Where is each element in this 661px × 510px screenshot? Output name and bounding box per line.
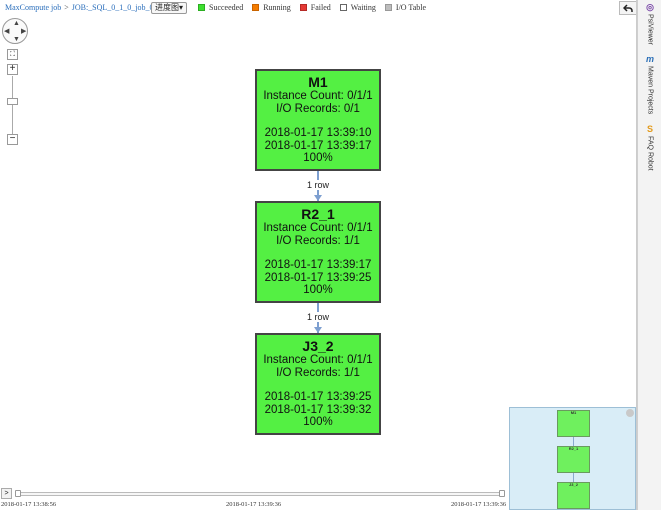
undo-arrow-icon (623, 3, 633, 12)
pan-right-icon[interactable]: ▶ (21, 28, 26, 35)
legend-label-waiting: Waiting (350, 3, 376, 12)
undo-button[interactable] (619, 1, 637, 15)
failed-swatch-icon (299, 4, 307, 11)
job-node-j3-2[interactable]: J3_2 Instance Count: 0/1/1 I/O Records: … (255, 333, 381, 435)
progress-graph-dropdown[interactable]: 进度图▾ (151, 2, 188, 14)
node-io-records: I/O Records: 1/1 (276, 366, 360, 379)
minimap-node-r2-1: R2_1 (557, 446, 590, 473)
timeline-toggle-button[interactable]: > (1, 488, 12, 499)
legend-label-io-table: I/O Table (395, 3, 427, 12)
zoom-in-button[interactable]: + (7, 64, 18, 75)
timeline-tick-mid: 2018-01-17 13:39:36 (226, 501, 282, 508)
minimap-edge (573, 437, 574, 446)
job-node-r2-1[interactable]: R2_1 Instance Count: 0/1/1 I/O Records: … (255, 201, 381, 303)
edge-label: 1 row (300, 180, 336, 190)
pan-control[interactable]: ▲ ▼ ◀ ▶ (2, 18, 28, 44)
sidebar-item-maven-projects[interactable]: m Maven Projects (643, 54, 657, 114)
legend-item-running: Running (252, 3, 291, 12)
node-end-time: 2018-01-17 13:39:32 (264, 403, 372, 416)
minimap-node-m1: M1 (557, 410, 590, 437)
minimap-edge (573, 473, 574, 482)
timeline-handle-start[interactable] (15, 490, 21, 497)
legend-item-waiting: Waiting (339, 3, 376, 12)
waiting-swatch-icon (339, 4, 347, 11)
zoom-out-button[interactable]: − (7, 134, 18, 145)
minimap-node-title: J3_2 (569, 482, 578, 487)
node-progress: 100% (303, 416, 333, 428)
edge-label: 1 row (300, 312, 336, 322)
zoom-slider-track[interactable] (12, 76, 13, 134)
sidebar-item-faq-robot[interactable]: Ѕ FAQ Robot (643, 124, 657, 171)
pan-up-icon[interactable]: ▲ (13, 20, 20, 27)
succeeded-swatch-icon (198, 4, 205, 11)
fit-to-screen-icon[interactable]: ⛶ (7, 49, 18, 60)
zoom-slider-thumb[interactable] (7, 98, 18, 105)
breadcrumb: MaxCompute job > JOB:_SQL_0_1_0_job_0 (5, 3, 154, 12)
status-legend: Succeeded Running Failed Waiting I/O Tab… (198, 3, 426, 12)
pan-down-icon[interactable]: ▼ (13, 36, 20, 43)
node-instance-count: Instance Count: 0/1/1 (263, 90, 373, 102)
legend-item-io-table: I/O Table (384, 3, 427, 12)
node-title: R2_1 (301, 206, 335, 222)
minimap-node-j3-2: J3_2 (557, 482, 590, 509)
node-end-time: 2018-01-17 13:39:25 (264, 271, 372, 284)
timeline-handle-end[interactable] (499, 490, 505, 497)
node-title: M1 (308, 74, 328, 90)
node-end-time: 2018-01-17 13:39:17 (264, 139, 372, 152)
node-progress: 100% (303, 152, 333, 164)
timeline-tick-start: 2018-01-17 13:38:56 (1, 501, 57, 508)
node-io-records: I/O Records: 0/1 (276, 102, 360, 115)
pan-left-icon[interactable]: ◀ (4, 28, 9, 35)
legend-label-succeeded: Succeeded (209, 3, 244, 12)
timeline-slider-track[interactable] (18, 492, 504, 496)
sidebar-label-psiviewer: PsiViewer (646, 14, 654, 45)
legend-item-failed: Failed (299, 3, 331, 12)
node-start-time: 2018-01-17 13:39:17 (264, 259, 372, 271)
breadcrumb-separator: > (64, 3, 69, 12)
node-start-time: 2018-01-17 13:39:10 (264, 127, 372, 139)
job-node-m1[interactable]: M1 Instance Count: 0/1/1 I/O Records: 0/… (255, 69, 381, 171)
minimap-node-title: M1 (570, 410, 577, 415)
psiviewer-icon: ◎ (646, 2, 654, 12)
running-swatch-icon (252, 4, 260, 11)
node-start-time: 2018-01-17 13:39:25 (264, 391, 372, 403)
sidebar-label-maven-projects: Maven Projects (646, 66, 654, 115)
node-progress: 100% (303, 284, 333, 296)
io-table-swatch-icon (384, 4, 392, 11)
breadcrumb-root-link[interactable]: MaxCompute job (5, 3, 61, 12)
node-instance-count: Instance Count: 0/1/1 (263, 354, 373, 366)
timeline-tick-end: 2018-01-17 13:39:36 (451, 501, 507, 508)
node-io-records: I/O Records: 1/1 (276, 234, 360, 247)
legend-label-failed: Failed (310, 3, 331, 12)
sidebar-label-faq-robot: FAQ Robot (646, 136, 654, 171)
tool-window-strip: ◎ PsiViewer m Maven Projects Ѕ FAQ Robot (637, 0, 661, 510)
legend-label-running: Running (263, 3, 291, 12)
node-instance-count: Instance Count: 0/1/1 (263, 222, 373, 234)
legend-item-succeeded: Succeeded (198, 3, 243, 12)
sidebar-item-psiviewer[interactable]: ◎ PsiViewer (643, 2, 657, 45)
breadcrumb-job-link[interactable]: JOB:_SQL_0_1_0_job_0 (72, 3, 154, 12)
minimap-close-icon[interactable] (626, 409, 634, 417)
maven-icon: m (645, 54, 654, 64)
minimap-node-title: R2_1 (568, 446, 579, 451)
minimap[interactable]: M1 R2_1 J3_2 (509, 407, 636, 510)
faq-robot-icon: Ѕ (646, 124, 653, 134)
node-title: J3_2 (302, 338, 334, 354)
